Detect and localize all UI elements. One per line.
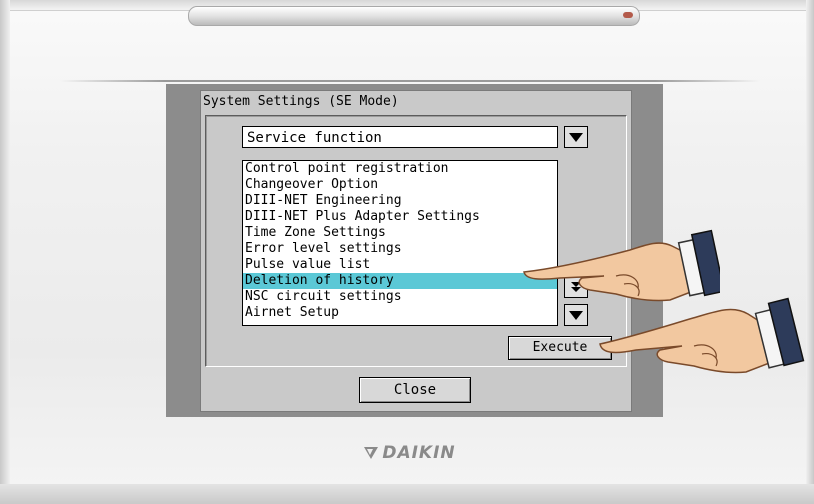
brand-name: DAIKIN bbox=[382, 443, 456, 463]
pointing-hand-icon bbox=[599, 297, 805, 374]
function-select[interactable]: Service function bbox=[242, 126, 558, 148]
list-item[interactable]: Pulse value list bbox=[243, 257, 557, 273]
function-select-dropdown-button[interactable] bbox=[564, 126, 588, 148]
list-item[interactable]: Airnet Setup bbox=[243, 305, 557, 321]
brand-logo: DAIKIN bbox=[330, 440, 490, 466]
daikin-logo-icon bbox=[364, 447, 379, 459]
chevron-down-icon bbox=[569, 132, 583, 142]
list-item-selected[interactable]: Deletion of history bbox=[243, 273, 557, 289]
list-item[interactable]: Time Zone Settings bbox=[243, 225, 557, 241]
stylus bbox=[188, 6, 640, 26]
list-item[interactable]: NSC circuit settings bbox=[243, 289, 557, 305]
list-item[interactable]: DIII-NET Plus Adapter Settings bbox=[243, 209, 557, 225]
list-item[interactable]: Changeover Option bbox=[243, 177, 557, 193]
bezel-right-edge bbox=[806, 0, 814, 504]
list-item[interactable]: Error level settings bbox=[243, 241, 557, 257]
dialog-title: System Settings (SE Mode) bbox=[203, 94, 399, 109]
list-item[interactable]: DIII-NET Engineering bbox=[243, 193, 557, 209]
bezel-left-edge bbox=[0, 0, 10, 504]
function-list[interactable]: Control point registration Changeover Opt… bbox=[242, 160, 558, 326]
close-button[interactable]: Close bbox=[359, 377, 471, 403]
chevron-down-icon bbox=[569, 310, 583, 320]
bezel-bottom-edge bbox=[0, 484, 814, 504]
bezel-divider bbox=[60, 80, 760, 82]
list-item[interactable]: Control point registration bbox=[243, 161, 557, 177]
